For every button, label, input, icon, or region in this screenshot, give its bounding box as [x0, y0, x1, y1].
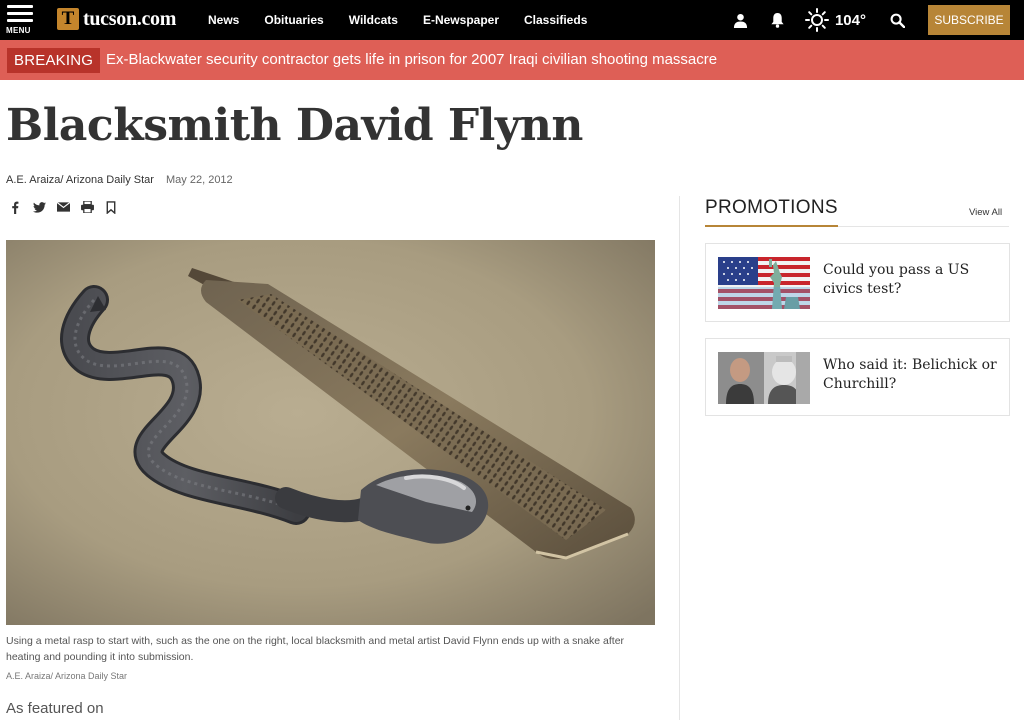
- logo-name: tucson: [83, 7, 137, 30]
- article-title: Blacksmith David Flynn: [6, 100, 583, 151]
- article-photo-snake-and-rasp[interactable]: [6, 240, 655, 625]
- menu-label: MENU: [6, 26, 31, 35]
- menu-button[interactable]: MENU: [6, 5, 36, 35]
- promo-card-belichick[interactable]: Who said it: Belichick or Churchill?: [705, 338, 1010, 416]
- featured-heading: As featured on: [6, 700, 104, 717]
- nav-news[interactable]: News: [208, 13, 239, 27]
- print-icon[interactable]: [80, 200, 94, 214]
- bookmark-icon[interactable]: [104, 200, 118, 214]
- subscribe-button[interactable]: SUBSCRIBE: [928, 5, 1010, 35]
- logo-wordmark: tucson.com: [83, 8, 176, 31]
- byline: A.E. Araiza/ Arizona Daily Star May 22, …: [6, 174, 233, 186]
- belichick-churchill-image: [718, 352, 810, 404]
- article-author[interactable]: A.E. Araiza/ Arizona Daily Star: [6, 174, 154, 186]
- logo-mark: T: [57, 8, 79, 30]
- breaking-tag: BREAKING: [7, 48, 101, 73]
- logo-tld: .com: [136, 7, 177, 30]
- promo-text-civics: Could you pass a US civics test?: [823, 262, 970, 297]
- promo-card-civics[interactable]: Could you pass a US civics test?: [705, 243, 1010, 322]
- site-logo[interactable]: T tucson.com: [57, 7, 176, 31]
- photo-credit: A.E. Araiza/ Arizona Daily Star: [6, 671, 128, 681]
- nav-classifieds[interactable]: Classifieds: [524, 13, 587, 27]
- promotions-heading: PROMOTIONS: [705, 197, 838, 218]
- weather-widget[interactable]: 104°: [804, 8, 866, 32]
- search-icon[interactable]: [888, 11, 906, 29]
- breaking-news-bar: BREAKING Ex-Blackwater security contract…: [0, 40, 1024, 80]
- share-bar: [8, 200, 128, 214]
- nav-wildcats[interactable]: Wildcats: [349, 13, 398, 27]
- hamburger-icon: [6, 5, 36, 22]
- user-icon[interactable]: [732, 11, 750, 29]
- breaking-headline[interactable]: Ex-Blackwater security contractor gets l…: [106, 51, 717, 68]
- bell-icon[interactable]: [769, 11, 787, 29]
- main-nav: News Obituaries Wildcats E-Newspaper Cla…: [208, 0, 612, 40]
- promotions-rule: [838, 226, 1009, 227]
- sun-icon: [804, 8, 829, 32]
- photo-caption: Using a metal rasp to start with, such a…: [6, 635, 625, 663]
- twitter-icon[interactable]: [32, 200, 46, 214]
- flag-statue-of-liberty-image: [718, 257, 810, 309]
- facebook-icon[interactable]: [8, 200, 22, 214]
- header-tools: 104° SUBSCRIBE: [713, 0, 1010, 40]
- nav-e-newspaper[interactable]: E-Newspaper: [423, 13, 499, 27]
- column-divider: [679, 196, 680, 720]
- weather-temperature: 104°: [834, 11, 866, 29]
- email-icon[interactable]: [56, 200, 70, 214]
- top-navigation-bar: MENU T tucson.com News Obituaries Wildca…: [0, 0, 1024, 40]
- view-all-link[interactable]: View All: [969, 207, 1002, 218]
- nav-obituaries[interactable]: Obituaries: [264, 13, 323, 27]
- promo-text-belichick: Who said it: Belichick or Churchill?: [823, 357, 997, 392]
- promotions-underline: [705, 225, 838, 227]
- article-date: May 22, 2012: [166, 174, 233, 186]
